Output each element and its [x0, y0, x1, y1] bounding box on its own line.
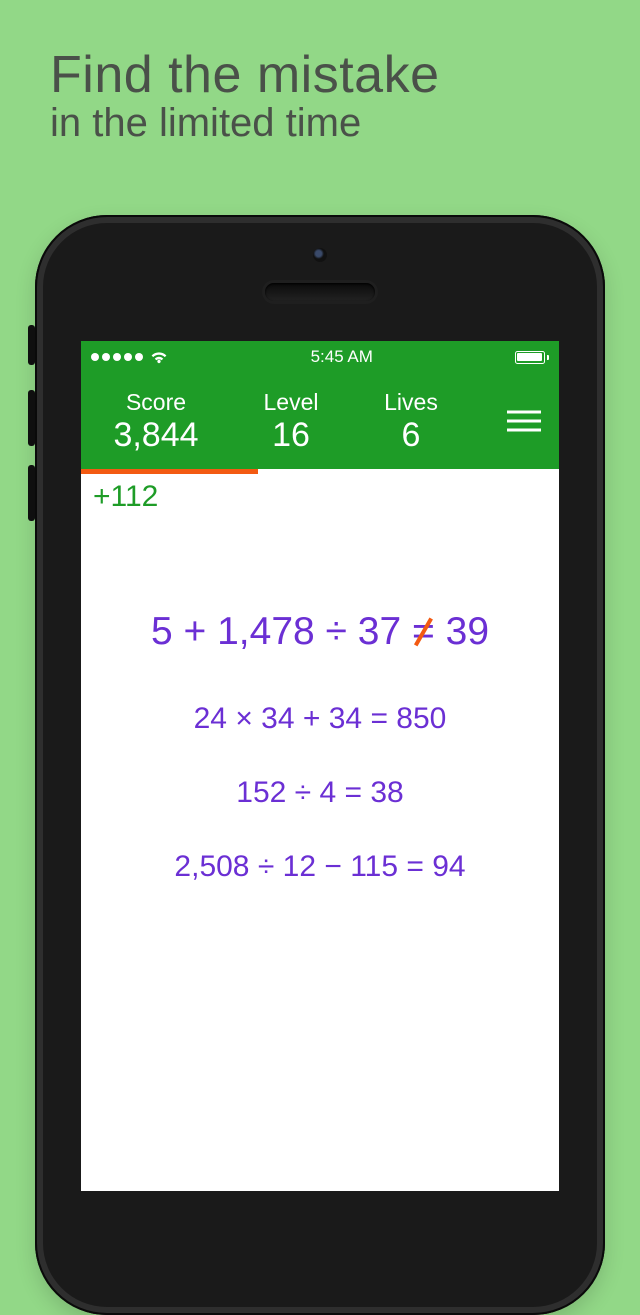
- mute-switch: [28, 325, 35, 365]
- lives-stat: Lives 6: [351, 391, 471, 452]
- phone-frame: 5:45 AM Score 3,844 Level 16 Lives 6: [35, 215, 605, 1315]
- screen: 5:45 AM Score 3,844 Level 16 Lives 6: [81, 341, 559, 1191]
- lives-label: Lives: [351, 391, 471, 414]
- timer-progress-bar: [81, 469, 559, 474]
- score-bonus: +112: [81, 474, 559, 520]
- level-value: 16: [231, 418, 351, 452]
- promo-tagline: Find the mistake in the limited time: [50, 45, 440, 146]
- cellular-signal-icon: [91, 353, 143, 361]
- wifi-icon: [149, 350, 169, 364]
- volume-down-button: [28, 465, 35, 521]
- timer-progress-fill: [81, 469, 258, 474]
- score-value: 3,844: [81, 418, 231, 452]
- ios-status-bar: 5:45 AM: [81, 341, 559, 373]
- front-camera: [313, 248, 327, 262]
- lives-value: 6: [351, 418, 471, 452]
- tagline-line1: Find the mistake: [50, 45, 440, 105]
- score-stat: Score 3,844: [81, 391, 231, 452]
- menu-icon[interactable]: [507, 405, 541, 438]
- battery-icon: [515, 351, 550, 364]
- equation-2[interactable]: 24 × 34 + 34 = 850: [81, 702, 559, 736]
- equation-4[interactable]: 2,508 ÷ 12 − 115 = 94: [81, 850, 559, 884]
- level-label: Level: [231, 391, 351, 414]
- level-stat: Level 16: [231, 391, 351, 452]
- status-time: 5:45 AM: [311, 347, 373, 367]
- tagline-line2: in the limited time: [50, 101, 440, 146]
- equation-1[interactable]: 5 + 1,478 ÷ 37 = 39: [81, 610, 559, 654]
- earpiece-speaker: [265, 283, 375, 301]
- volume-up-button: [28, 390, 35, 446]
- equation-1-left: 5 + 1,478 ÷ 37: [151, 610, 412, 653]
- game-header: Score 3,844 Level 16 Lives 6: [81, 373, 559, 469]
- equation-list: 5 + 1,478 ÷ 37 = 39 24 × 34 + 34 = 850 1…: [81, 520, 559, 884]
- score-label: Score: [81, 391, 231, 414]
- not-equal-icon: =: [412, 610, 435, 654]
- equation-3[interactable]: 152 ÷ 4 = 38: [81, 776, 559, 810]
- equation-1-right: 39: [435, 610, 489, 653]
